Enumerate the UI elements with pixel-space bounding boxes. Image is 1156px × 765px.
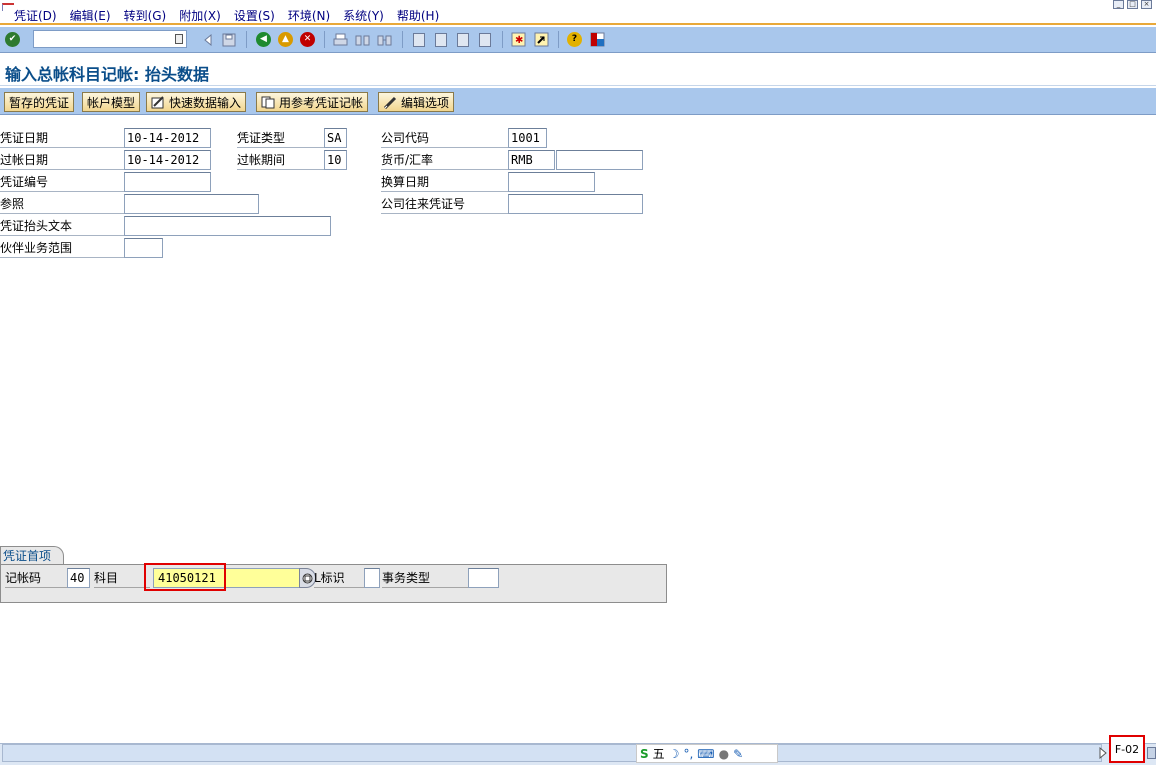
title-divider (0, 85, 1156, 86)
find-icon[interactable] (354, 31, 371, 48)
translation-date-label: 换算日期 (381, 172, 508, 192)
standard-toolbar: ✔ ◀ ▲ ✕ ✱ ? (0, 27, 1156, 53)
previous-page-icon[interactable] (432, 31, 449, 48)
menu-bar: 凭证(D) 编辑(E) 转到(G) 附加(X) 设置(S) 环境(N) 系统(Y… (0, 0, 1156, 25)
currency-label: 货币/汇率 (381, 150, 508, 170)
menu-extras[interactable]: 附加(X) (179, 7, 221, 24)
ime-toolbar[interactable]: S 五 ☽ °, ⌨ ● ✎ (636, 744, 778, 763)
currency-field[interactable]: RMB (508, 150, 555, 170)
menu-document[interactable]: 凭证(D) (14, 7, 57, 24)
layout-menu-icon[interactable] (589, 31, 606, 48)
held-document-button[interactable]: 暂存的凭证 (4, 92, 75, 112)
new-session-icon[interactable]: ✱ (510, 31, 527, 48)
posting-date-label: 过帐日期 (0, 150, 124, 170)
ime-logo-icon: S (640, 746, 649, 761)
reference-label: 参照 (0, 194, 124, 214)
company-code-label: 公司代码 (381, 128, 508, 148)
save-icon[interactable] (220, 31, 237, 48)
first-line-item-tab: 凭证首项 (0, 546, 64, 565)
svg-text:✱: ✱ (515, 35, 523, 46)
fast-entry-button[interactable]: 快速数据输入 (146, 92, 247, 112)
company-code-field[interactable]: 1001 (508, 128, 547, 148)
first-page-icon[interactable] (410, 31, 427, 48)
sap-system-icon (2, 3, 14, 11)
status-arrow-icon[interactable] (1098, 746, 1108, 760)
menu-environment[interactable]: 环境(N) (288, 7, 330, 24)
wrench-icon: ✎ (733, 746, 744, 761)
account-model-label: 帐户模型 (87, 95, 136, 110)
fast-entry-icon (151, 95, 165, 109)
post-with-reference-button[interactable]: 用参考凭证记帐 (256, 92, 369, 112)
print-icon[interactable] (332, 31, 349, 48)
posting-key-field[interactable]: 40 (67, 568, 90, 588)
doc-date-label: 凭证日期 (0, 128, 124, 148)
period-field[interactable]: 10 (324, 150, 347, 170)
editing-options-label: 编辑选项 (401, 95, 450, 110)
cancel-icon[interactable]: ✕ (299, 31, 316, 48)
moon-icon: ☽ (668, 746, 680, 761)
special-gl-label: L标识 (314, 568, 364, 588)
page-title: 输入总帐科目记帐: 抬头数据 (5, 65, 209, 84)
punctuation-icon: °, (683, 746, 694, 761)
minimize-icon[interactable]: _ (1113, 0, 1124, 9)
header-text-field[interactable] (124, 216, 331, 236)
shortcut-icon[interactable] (533, 31, 550, 48)
menu-help[interactable]: 帮助(H) (397, 7, 439, 24)
special-gl-field[interactable] (364, 568, 380, 588)
intercompany-label: 公司往来凭证号 (381, 194, 508, 214)
fast-entry-label: 快速数据输入 (169, 95, 242, 110)
doc-number-label: 凭证编号 (0, 172, 124, 192)
reference-field[interactable] (124, 194, 259, 214)
posting-key-label: 记帐码 (5, 568, 67, 588)
menu-settings[interactable]: 设置(S) (234, 7, 275, 24)
status-detail-icon[interactable] (1147, 747, 1156, 759)
ime-mode-text: 五 (652, 746, 665, 761)
exit-icon[interactable]: ▲ (277, 31, 294, 48)
transaction-code: F-02 (1109, 735, 1145, 763)
editing-options-button[interactable]: 编辑选项 (378, 92, 455, 112)
header-text-label: 凭证抬头文本 (0, 216, 124, 236)
trading-partner-label: 伙伴业务范围 (0, 238, 124, 258)
menu-system[interactable]: 系统(Y) (343, 7, 384, 24)
window-controls: _ □ × (1113, 0, 1152, 9)
menu-edit[interactable]: 编辑(E) (70, 7, 111, 24)
application-toolbar: 暂存的凭证 帐户模型 快速数据输入 用参考凭证记帐 编辑选项 (0, 88, 1156, 115)
enter-check-icon[interactable]: ✔ (4, 31, 21, 48)
pencil-icon (383, 96, 397, 109)
doc-type-field[interactable]: SA (324, 128, 347, 148)
account-highlight-box (144, 563, 226, 591)
command-dropdown-icon[interactable] (175, 34, 183, 44)
period-label: 过帐期间 (237, 150, 324, 170)
find-next-icon[interactable] (376, 31, 393, 48)
menu-goto[interactable]: 转到(G) (124, 7, 167, 24)
account-label: 科目 (94, 568, 150, 588)
back-icon[interactable]: ◀ (255, 31, 272, 48)
maximize-icon[interactable]: □ (1127, 0, 1138, 9)
back-arrow-icon[interactable] (199, 31, 216, 48)
status-message (2, 744, 1102, 762)
menu-items: 凭证(D) 编辑(E) 转到(G) 附加(X) 设置(S) 环境(N) 系统(Y… (14, 7, 439, 24)
doc-type-label: 凭证类型 (237, 128, 324, 148)
command-field[interactable] (33, 30, 187, 48)
close-window-icon[interactable]: × (1141, 0, 1152, 9)
next-page-icon[interactable] (454, 31, 471, 48)
translation-date-field[interactable] (508, 172, 595, 192)
transaction-type-label: 事务类型 (382, 568, 468, 588)
post-with-reference-label: 用参考凭证记帐 (279, 95, 364, 110)
exchange-rate-field[interactable] (556, 150, 643, 170)
doc-date-field[interactable]: 10-14-2012 (124, 128, 211, 148)
last-page-icon[interactable] (476, 31, 493, 48)
user-icon: ● (718, 746, 730, 761)
posting-date-field[interactable]: 10-14-2012 (124, 150, 211, 170)
help-icon[interactable]: ? (566, 31, 583, 48)
transaction-type-field[interactable] (468, 568, 499, 588)
account-model-button[interactable]: 帐户模型 (82, 92, 141, 112)
held-document-label: 暂存的凭证 (9, 95, 70, 110)
keyboard-icon: ⌨ (697, 746, 715, 761)
doc-number-field[interactable] (124, 172, 211, 192)
copy-document-icon (261, 96, 275, 109)
trading-partner-field[interactable] (124, 238, 163, 258)
intercompany-field[interactable] (508, 194, 643, 214)
